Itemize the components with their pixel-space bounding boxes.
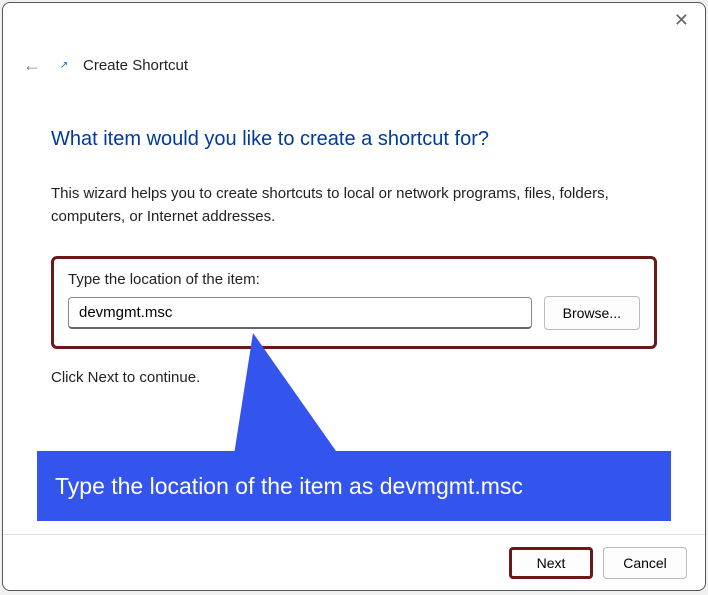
- shortcut-icon: ↗: [57, 59, 71, 73]
- dialog-header: ← ↗ Create Shortcut: [3, 43, 705, 80]
- close-icon[interactable]: ✕: [674, 11, 689, 29]
- description-text: This wizard helps you to create shortcut…: [51, 183, 657, 228]
- annotation-banner: Type the location of the item as devmgmt…: [37, 451, 671, 521]
- location-label: Type the location of the item:: [68, 271, 640, 288]
- location-input[interactable]: [68, 297, 532, 329]
- cancel-button[interactable]: Cancel: [603, 547, 687, 579]
- dialog-title: Create Shortcut: [83, 57, 188, 74]
- page-heading: What item would you like to create a sho…: [51, 128, 657, 151]
- location-field-row: Browse...: [68, 296, 640, 330]
- titlebar: ✕: [3, 3, 705, 43]
- back-arrow-icon[interactable]: ←: [19, 51, 45, 80]
- annotation-text: Type the location of the item as devmgmt…: [55, 473, 523, 500]
- continue-instruction: Click Next to continue.: [51, 369, 657, 386]
- location-field-highlight: Type the location of the item: Browse...: [51, 256, 657, 349]
- dialog-footer: Next Cancel: [3, 534, 705, 590]
- browse-button[interactable]: Browse...: [544, 296, 640, 330]
- annotation-pointer: [233, 333, 343, 461]
- create-shortcut-dialog: ✕ ← ↗ Create Shortcut What item would yo…: [2, 2, 706, 591]
- next-button[interactable]: Next: [509, 547, 593, 579]
